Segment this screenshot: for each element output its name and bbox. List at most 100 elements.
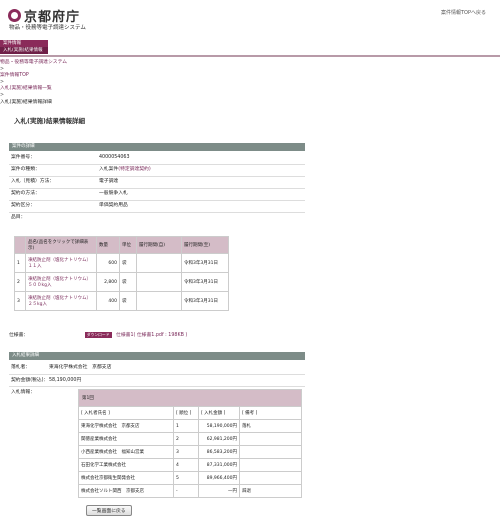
spec-file-link[interactable]: 仕様書1( 仕様書1.pdf : 198KB ) (116, 333, 187, 338)
field-label: 案件番号： (11, 155, 35, 160)
row-no: 3 (14, 291, 26, 311)
field-label: 契約の方法： (11, 191, 40, 196)
table-row: 3 凍結防止剤（塩化ナトリウム）２５kg入 400 袋 令和3年3月31日 (14, 291, 229, 311)
item-qty: 2,800 (96, 272, 120, 292)
back-to-top-link[interactable]: 案件情報TOPへ戻る (441, 9, 486, 16)
bidder-name: 東海化学株式会社 京都支店 (78, 419, 174, 433)
bid-note: 落札 (239, 419, 302, 433)
table-row: 株式会社京都衛生関発会社 5 89,966,400円 (78, 471, 302, 485)
item-name-link[interactable]: 凍結防止剤（塩化ナトリウム）５００kg入 (28, 277, 91, 288)
col-header-no (14, 236, 26, 254)
col-header-to: 履行期間(至) (181, 236, 229, 254)
table-header-row: [ 入札者氏名 ] [ 順位 ] [ 入札金額 ] [ 備考 ] (78, 406, 302, 420)
breadcrumb-results-list[interactable]: 入札(実施)結果情報一覧 (0, 86, 52, 91)
item-from (136, 272, 182, 292)
bidder-rank: 1 (173, 419, 199, 433)
breadcrumb-case-top[interactable]: 案件情報TOP (0, 73, 29, 78)
bidder-rank: 5 (173, 471, 199, 485)
field-value: 単価契約用品 (99, 203, 128, 208)
back-to-list-button[interactable]: 一覧画面に戻る (86, 505, 132, 516)
bid-note: 辞退 (239, 484, 302, 498)
bid-round-label: 第1回 (78, 389, 302, 407)
col-header-from: 履行期間(自) (136, 236, 182, 254)
bidder-rank: 3 (173, 445, 199, 459)
table-row: 1 凍結防止剤（塩化ナトリウム）１１入 600 袋 令和3年3月31日 (14, 253, 229, 273)
row-no: 1 (14, 253, 26, 273)
bidder-name: 株式会社ソルト関西 京都支店 (78, 484, 174, 498)
item-to: 令和3年3月31日 (181, 253, 229, 273)
field-value: 入札案件 (99, 167, 119, 172)
col-header-note: [ 備考 ] (239, 406, 302, 420)
item-unit: 袋 (119, 253, 137, 273)
result-section-header: 入札結果詳細 (9, 352, 305, 360)
items-table: 品名(品名をクリックで詳細表示) 数量 単位 履行期間(自) 履行期間(至) 1… (14, 236, 229, 311)
table-row: 株式会社ソルト関西 京都支店 - 一円 辞退 (78, 484, 302, 498)
field-label: 入札（見積）方法： (11, 179, 55, 184)
bidder-name: 株式会社京都衛生関発会社 (78, 471, 174, 485)
nav-bar: 案件情報 入札(実施)結果情報 (0, 40, 500, 57)
case-section-header: 案件の詳細 (9, 143, 305, 151)
field-value: 4000054063 (99, 155, 130, 160)
winner-label: 落札者： (11, 365, 31, 370)
bid-amount: 一円 (198, 484, 240, 498)
table-row: 関徳産業株式会社 2 62,981,200円 (78, 432, 302, 446)
tab-case-info[interactable]: 案件情報 (0, 40, 48, 47)
breadcrumb-system[interactable]: 物品・役務等電子調達システム (0, 60, 67, 65)
field-label: 案件の種類： (11, 167, 40, 172)
item-qty: 400 (96, 291, 120, 311)
field-label: 契約区分： (11, 203, 35, 208)
breadcrumb-separator: > (0, 92, 5, 98)
row-no: 2 (14, 272, 26, 292)
spec-label: 仕様書： (9, 333, 29, 338)
breadcrumb: 物品・役務等電子調達システム > 案件情報TOP > 入札(実施)結果情報一覧 … (0, 60, 67, 106)
bids-table: 第1回 [ 入札者氏名 ] [ 順位 ] [ 入札金額 ] [ 備考 ] 東海化… (78, 389, 302, 498)
result-winner: 落札者： 東海化学株式会社 京都支店 (9, 362, 305, 374)
download-icon[interactable]: ダウンロード (84, 332, 112, 338)
bidder-rank: 2 (173, 432, 199, 446)
item-unit: 袋 (119, 291, 137, 311)
col-header-name: 品名(品名をクリックで詳細表示) (25, 236, 97, 254)
field-value: 一般競争入札 (99, 191, 128, 196)
table-row: 小西産業株式会社 福知山営業 3 86,583,200円 (78, 445, 302, 459)
bid-amount: 89,966,400円 (198, 471, 240, 485)
page-header: 京都府庁 物品・役務等電子調達システム 案件情報TOPへ戻る (0, 0, 500, 40)
bid-note (239, 445, 302, 459)
table-header-row: 品名(品名をクリックで詳細表示) 数量 単位 履行期間(自) 履行期間(至) (14, 236, 229, 254)
spec-row: 仕様書： ダウンロード 仕様書1( 仕様書1.pdf : 198KB ) (9, 331, 187, 338)
breadcrumb-current: 入札(実施)結果情報詳細 (0, 99, 52, 105)
table-row: 東海化学株式会社 京都支店 1 58,190,000円 落札 (78, 419, 302, 433)
bid-amount: 87,331,000円 (198, 458, 240, 472)
item-from (136, 291, 182, 311)
col-header-amount: [ 入札金額 ] (198, 406, 240, 420)
col-header-rank: [ 順位 ] (173, 406, 199, 420)
table-row: 石田化学工業株式会社 4 87,331,000円 (78, 458, 302, 472)
field-value: 電子調達 (99, 179, 119, 184)
col-header-unit: 単位 (119, 236, 137, 254)
bidder-name: 石田化学工業株式会社 (78, 458, 174, 472)
bidder-rank: 4 (173, 458, 199, 472)
prefecture-emblem-icon (8, 9, 21, 22)
page-title: 入札(実施)結果情報詳細 (14, 117, 85, 125)
item-name-link[interactable]: 凍結防止剤（塩化ナトリウム）１１入 (28, 258, 91, 269)
bid-info-label: 入札情報： (11, 390, 35, 395)
item-to: 令和3年3月31日 (181, 272, 229, 292)
field-items: 品目： (9, 212, 305, 224)
bid-amount: 86,583,200円 (198, 445, 240, 459)
item-name-link[interactable]: 凍結防止剤（塩化ナトリウム）２５kg入 (28, 296, 91, 307)
item-unit: 袋 (119, 272, 137, 292)
bidder-name: 小西産業株式会社 福知山営業 (78, 445, 174, 459)
winner-value: 東海化学株式会社 京都支店 (49, 365, 112, 370)
item-to: 令和3年3月31日 (181, 291, 229, 311)
col-header-bidder: [ 入札者氏名 ] (78, 406, 174, 420)
specific-procurement-link[interactable]: (特定調達契約) (118, 167, 151, 172)
field-label: 品目： (11, 215, 26, 220)
system-name: 物品・役務等電子調達システム (9, 25, 86, 31)
bid-amount: 58,190,000円 (198, 419, 240, 433)
bidder-name: 関徳産業株式会社 (78, 432, 174, 446)
bid-note (239, 432, 302, 446)
tab-bid-results[interactable]: 入札(実施)結果情報 (0, 47, 48, 54)
bid-amount: 62,981,200円 (198, 432, 240, 446)
table-row: 2 凍結防止剤（塩化ナトリウム）５００kg入 2,800 袋 令和3年3月31日 (14, 272, 229, 292)
col-header-qty: 数量 (96, 236, 120, 254)
bid-note (239, 458, 302, 472)
